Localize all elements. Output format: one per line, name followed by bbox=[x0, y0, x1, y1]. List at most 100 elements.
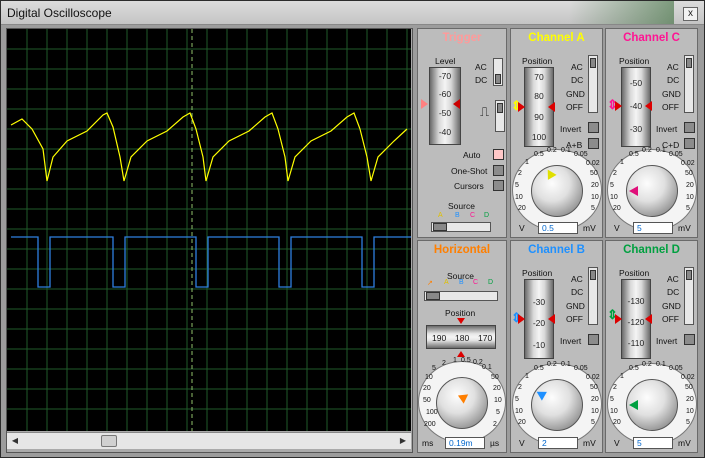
dial-label: 5 bbox=[496, 409, 500, 416]
hsource-a-label: A bbox=[444, 279, 449, 286]
gnd-label: GND bbox=[662, 301, 681, 311]
trigger-edge-switch[interactable] bbox=[495, 100, 505, 132]
unit-mv-label: mV bbox=[583, 438, 596, 448]
dial-label: 5 bbox=[515, 182, 519, 189]
unit-v-label: V bbox=[519, 223, 525, 233]
source-c-label: C bbox=[470, 212, 476, 219]
horizontal-timebase-knob[interactable] bbox=[436, 377, 488, 429]
channel-b-coupling-switch[interactable] bbox=[588, 267, 598, 325]
off-label: OFF bbox=[566, 314, 583, 324]
rising-edge-icon: ⎍ bbox=[480, 104, 490, 119]
display-scrollbar[interactable]: ◀ ▶ bbox=[7, 432, 411, 449]
channel-b-trace bbox=[11, 236, 411, 288]
dial-label: 20 bbox=[613, 419, 621, 426]
dial-label: 0.05 bbox=[669, 151, 683, 158]
source-d-label: D bbox=[484, 212, 490, 219]
dial-label: 0.5 bbox=[461, 357, 471, 364]
dial-label: 0.02 bbox=[681, 160, 695, 167]
channel-a-panel: Channel A Position 70 80 90 100 ⇕ AC DC … bbox=[510, 28, 603, 238]
trigger-level-marker-right-icon bbox=[453, 99, 460, 109]
channel-a-combine-button[interactable] bbox=[588, 138, 599, 149]
dial-label: 5 bbox=[515, 396, 519, 403]
dial-label: 1 bbox=[620, 373, 624, 380]
channel-b-volts-input[interactable]: 2 bbox=[538, 437, 578, 449]
waveform-graph bbox=[7, 29, 411, 431]
horizontal-title: Horizontal bbox=[433, 244, 491, 256]
dial-label: 0.1 bbox=[561, 147, 571, 154]
horizontal-position-drum[interactable]: 190 180 170 bbox=[426, 325, 496, 349]
channel-a-volts-knob[interactable] bbox=[531, 165, 583, 217]
horizontal-source-slider[interactable] bbox=[424, 291, 498, 301]
dial-label: 2 bbox=[613, 384, 617, 391]
dial-label: 5 bbox=[591, 205, 595, 212]
channel-d-position-label: Position bbox=[619, 268, 650, 278]
dial-label: 100 bbox=[426, 409, 438, 416]
channel-d-coupling-switch[interactable] bbox=[684, 267, 694, 325]
timebase-input[interactable]: 0.19m bbox=[445, 437, 485, 449]
unit-mv-label: mV bbox=[583, 223, 596, 233]
trigger-level-label: Level bbox=[435, 56, 456, 66]
dial-label: 50 bbox=[685, 170, 693, 177]
tick-label: 70 bbox=[534, 72, 544, 82]
dc-label: DC bbox=[667, 75, 680, 85]
source-a-label: A bbox=[438, 212, 443, 219]
dial-label: 10 bbox=[515, 194, 523, 201]
scroll-left-arrow-icon[interactable]: ◀ bbox=[9, 435, 21, 447]
horizontal-position-label: Position bbox=[445, 308, 476, 318]
channel-b-marker-icon bbox=[518, 314, 525, 324]
hsource-d-label: D bbox=[488, 279, 494, 286]
ac-label: AC bbox=[667, 62, 679, 72]
channel-c-combine-button[interactable] bbox=[684, 138, 695, 149]
dc-label: DC bbox=[571, 287, 584, 297]
dial-label: 0.1 bbox=[656, 147, 666, 154]
off-label: OFF bbox=[662, 314, 679, 324]
trigger-oneshot-button[interactable] bbox=[493, 165, 504, 176]
dial-label: 5 bbox=[686, 205, 690, 212]
dial-label: 2 bbox=[613, 170, 617, 177]
close-button[interactable]: x bbox=[683, 7, 698, 21]
channel-d-volts-input[interactable]: 5 bbox=[633, 437, 673, 449]
tick-label: -70 bbox=[438, 71, 452, 81]
invert-label: Invert bbox=[560, 124, 582, 134]
channel-a-coupling-switch[interactable] bbox=[588, 55, 598, 113]
dial-label: 10 bbox=[515, 408, 523, 415]
trigger-auto-label: Auto bbox=[463, 150, 481, 160]
channel-c-invert-button[interactable] bbox=[684, 122, 695, 133]
channel-d-invert-button[interactable] bbox=[684, 334, 695, 345]
unit-mv-label: mV bbox=[678, 438, 691, 448]
dial-label: 10 bbox=[494, 397, 502, 404]
channel-a-invert-button[interactable] bbox=[588, 122, 599, 133]
trigger-coupling-switch[interactable] bbox=[493, 58, 503, 86]
dial-label: 2 bbox=[518, 170, 522, 177]
gnd-label: GND bbox=[662, 89, 681, 99]
dial-label: 5 bbox=[610, 396, 614, 403]
trigger-source-slider[interactable] bbox=[431, 222, 491, 232]
title-bar[interactable]: Digital Oscilloscope x bbox=[1, 1, 704, 25]
dial-label: 1 bbox=[525, 373, 529, 380]
channel-d-marker-right-icon bbox=[645, 314, 652, 324]
tick-label: 100 bbox=[531, 132, 547, 142]
trigger-source-label: Source bbox=[448, 201, 475, 211]
dial-label: 0.02 bbox=[681, 374, 695, 381]
scroll-thumb[interactable] bbox=[101, 435, 117, 447]
channel-a-volts-input[interactable]: 0.5 bbox=[538, 222, 578, 234]
position-marker-top-icon bbox=[457, 318, 465, 324]
trigger-cursors-button[interactable] bbox=[493, 180, 504, 191]
dial-label: 0.5 bbox=[629, 151, 639, 158]
trigger-ac-label: AC bbox=[475, 62, 487, 72]
channel-a-title: Channel A bbox=[528, 32, 585, 44]
dial-label: 20 bbox=[686, 182, 694, 189]
grid bbox=[7, 29, 411, 431]
invert-label: Invert bbox=[560, 336, 582, 346]
window-title: Digital Oscilloscope bbox=[7, 6, 112, 20]
channel-c-volts-input[interactable]: 5 bbox=[633, 222, 673, 234]
tick-label: -30 bbox=[629, 124, 643, 134]
channel-b-invert-button[interactable] bbox=[588, 334, 599, 345]
title-bar-highlight bbox=[569, 1, 674, 24]
dial-label: 20 bbox=[423, 385, 431, 392]
invert-label: Invert bbox=[656, 124, 678, 134]
oscilloscope-display[interactable] bbox=[7, 29, 411, 431]
channel-c-coupling-switch[interactable] bbox=[684, 55, 694, 113]
trigger-auto-button[interactable] bbox=[493, 149, 504, 160]
scroll-right-arrow-icon[interactable]: ▶ bbox=[397, 435, 409, 447]
